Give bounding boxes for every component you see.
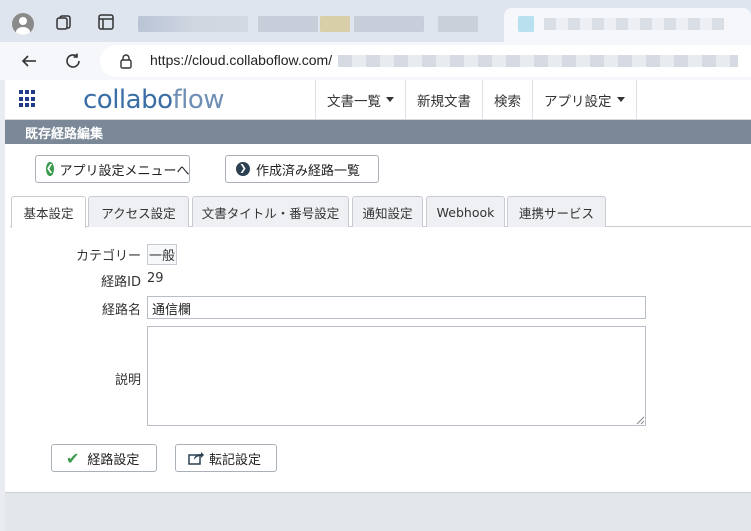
chevron-down-icon xyxy=(386,97,394,102)
arrow-right-circle-icon: ❯ xyxy=(236,162,250,176)
arrow-left-circle-icon: ❮ xyxy=(46,162,54,176)
active-browser-tab[interactable] xyxy=(504,8,751,42)
checkmark-icon: ✔ xyxy=(66,448,80,468)
app-settings-menu-button[interactable]: ❮ アプリ設定メニューへ xyxy=(35,155,190,183)
transfer-settings-button[interactable]: 転記設定 xyxy=(175,444,277,472)
page-footer xyxy=(5,492,751,531)
description-textarea[interactable] xyxy=(147,326,646,426)
settings-tabs: 基本設定 アクセス設定 文書タイトル・番号設定 通知設定 Webhook 連携サ… xyxy=(10,194,751,228)
nav-new-document[interactable]: 新規文書 xyxy=(405,80,482,119)
reload-icon[interactable] xyxy=(62,50,84,72)
lock-icon[interactable] xyxy=(118,53,134,69)
chevron-down-icon xyxy=(616,97,625,102)
app-header: collaboflow 文書一覧 新規文書 検索 アプリ設定 xyxy=(5,80,751,120)
route-id-label: 経路ID xyxy=(101,275,141,290)
route-name-input[interactable]: 通信欄 xyxy=(147,296,646,319)
route-id-value: 29 xyxy=(147,271,164,286)
nav-search[interactable]: 検索 xyxy=(482,80,532,119)
browser-tabstrip xyxy=(0,0,751,42)
category-label: カテゴリー xyxy=(75,249,141,264)
route-settings-button[interactable]: ✔ 経路設定 xyxy=(51,444,157,472)
tab-basic-settings[interactable]: 基本設定 xyxy=(11,196,86,228)
tab-title-number-settings[interactable]: 文書タイトル・番号設定 xyxy=(192,196,349,227)
browser-toolbar: https://cloud.collaboflow.com/ xyxy=(0,42,751,80)
tab-notification-settings[interactable]: 通知設定 xyxy=(352,196,423,227)
app-grid-icon[interactable] xyxy=(19,90,37,108)
description-label: 説明 xyxy=(114,373,141,388)
tab-webhook[interactable]: Webhook xyxy=(426,196,505,227)
nav-document-list[interactable]: 文書一覧 xyxy=(315,80,405,119)
address-bar[interactable]: https://cloud.collaboflow.com/ xyxy=(100,45,751,77)
nav-app-settings[interactable]: アプリ設定 xyxy=(532,80,637,119)
page-title-bar: 既存経路編集 xyxy=(5,120,751,144)
top-nav: 文書一覧 新規文書 検索 アプリ設定 xyxy=(315,80,637,119)
back-arrow-icon[interactable] xyxy=(18,50,40,72)
category-value: 一般 xyxy=(147,244,178,265)
route-name-label: 経路名 xyxy=(101,303,141,318)
route-list-button[interactable]: ❯ 作成済み経路一覧 xyxy=(225,155,379,183)
share-arrow-icon xyxy=(188,452,204,465)
tab-access-settings[interactable]: アクセス設定 xyxy=(88,196,189,227)
resize-handle-icon[interactable] xyxy=(635,415,645,425)
tab-actions-icon[interactable] xyxy=(96,12,116,32)
collections-icon[interactable] xyxy=(54,12,74,32)
profile-avatar-icon[interactable] xyxy=(12,13,34,35)
url-text[interactable]: https://cloud.collaboflow.com/ xyxy=(150,52,332,68)
page-title: 既存経路編集 xyxy=(25,127,104,142)
url-blurred-segment xyxy=(338,55,738,67)
collaboflow-logo[interactable]: collaboflow xyxy=(83,85,225,115)
tab-linked-services[interactable]: 連携サービス xyxy=(507,196,606,227)
main-panel: ❮ アプリ設定メニューへ ❯ 作成済み経路一覧 基本設定 アクセス設定 文書タイ… xyxy=(5,144,751,492)
